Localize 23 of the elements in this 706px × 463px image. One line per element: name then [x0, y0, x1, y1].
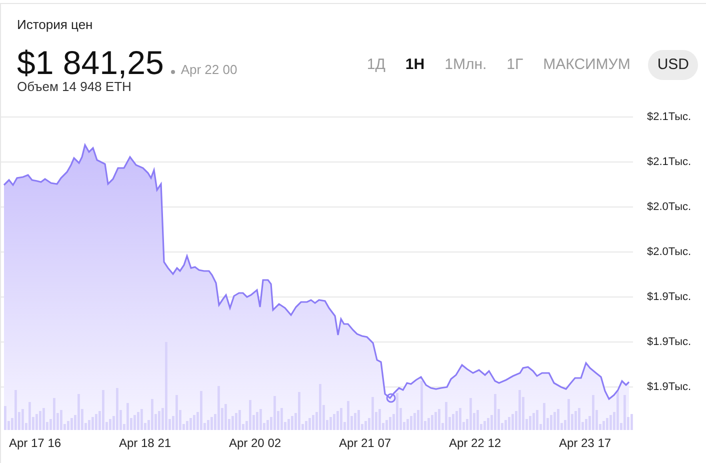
y-axis-label: $1.9Тыс.	[647, 380, 692, 395]
range-tab[interactable]: 1Д	[358, 50, 394, 80]
price-timestamp: Apr 22 00	[180, 61, 238, 79]
price-value: $1 841,25	[17, 46, 164, 80]
x-axis-label: Apr 17 16	[9, 436, 62, 450]
x-axis-label: Apr 22 12	[449, 436, 502, 450]
range-tab[interactable]: 1Н	[397, 50, 433, 80]
x-axis-label: Apr 18 21	[119, 436, 172, 450]
y-axis-label: $2.1Тыс.	[647, 110, 692, 125]
range-tab[interactable]: 1Г	[498, 50, 532, 80]
range-tab[interactable]: 1Млн.	[436, 50, 495, 80]
x-axis-label: Apr 20 02	[229, 436, 282, 450]
currency-button[interactable]: USD	[648, 50, 698, 80]
x-axis-label: Apr 21 07	[339, 436, 392, 450]
y-axis-label: $2.0Тыс.	[647, 200, 692, 215]
y-axis-label: $1.9Тыс.	[647, 290, 692, 305]
volume-text: Объем 14 948 ETH	[17, 79, 132, 94]
x-axis-label: Apr 23 17	[559, 436, 612, 450]
y-axis-label: $1.9Тыс.	[647, 335, 692, 350]
y-axis-label: $2.1Тыс.	[647, 155, 692, 170]
section-title: История цен	[17, 17, 94, 33]
y-axis-label: $2.0Тыс.	[647, 245, 692, 260]
range-tab[interactable]: МАКСИМУМ	[535, 50, 638, 80]
